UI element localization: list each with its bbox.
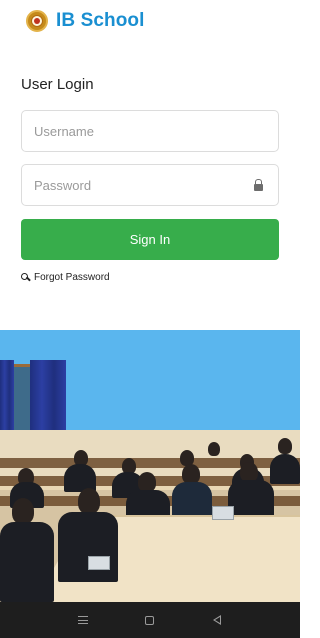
desk-monitor <box>212 506 234 520</box>
brand-name: IB School <box>56 10 145 31</box>
sign-in-button[interactable]: Sign In <box>21 219 279 260</box>
student-body <box>0 522 54 602</box>
menu-icon <box>78 616 89 624</box>
recent-apps-button[interactable] <box>74 611 92 629</box>
key-icon <box>21 272 31 283</box>
student-body <box>270 454 300 484</box>
student-body <box>58 512 118 582</box>
android-nav-bar <box>0 602 300 638</box>
back-icon <box>212 615 221 625</box>
login-panel: IB School User Login Sign In Forgot Pass… <box>0 0 300 330</box>
school-logo <box>26 10 48 32</box>
student <box>278 438 292 454</box>
username-input[interactable] <box>34 123 252 139</box>
student <box>78 488 100 514</box>
forgot-password-label: Forgot Password <box>34 272 110 283</box>
back-button[interactable] <box>208 611 226 629</box>
student-body <box>228 480 274 520</box>
classroom-photo <box>0 330 300 602</box>
app-header: IB School <box>26 8 145 34</box>
home-button[interactable] <box>141 611 159 629</box>
lock-icon <box>252 178 266 192</box>
login-title: User Login <box>21 76 94 93</box>
password-input[interactable] <box>34 177 252 193</box>
student <box>208 442 220 456</box>
username-field[interactable] <box>21 110 279 152</box>
desk-monitor <box>88 556 110 570</box>
home-icon <box>145 615 155 625</box>
envelope-icon <box>252 124 266 138</box>
student <box>182 464 200 484</box>
password-field[interactable] <box>21 164 279 206</box>
student <box>138 472 156 492</box>
student <box>12 498 34 524</box>
forgot-password-link[interactable]: Forgot Password <box>21 272 110 283</box>
student <box>240 462 258 482</box>
